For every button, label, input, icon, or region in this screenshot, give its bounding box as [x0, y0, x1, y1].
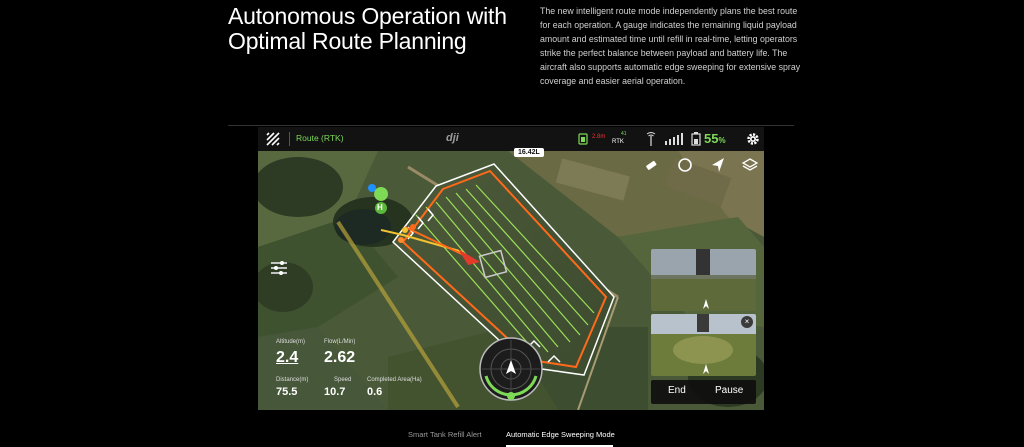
altitude-value: 2.4: [276, 349, 299, 366]
route-separator: [289, 132, 290, 146]
section-description: The new intelligent route mode independe…: [540, 6, 801, 86]
antenna-icon: [646, 132, 656, 146]
distance-label: Distance(m): [276, 377, 309, 383]
flight-action-panel: End Pause: [651, 380, 756, 404]
tab-automatic-edge-sweeping-mode[interactable]: Automatic Edge Sweeping Mode: [506, 430, 615, 439]
flow-value: 2.62: [324, 349, 356, 366]
dji-logo: dji: [446, 132, 459, 144]
settings-gear-icon[interactable]: [746, 132, 760, 146]
speed-label: Speed: [334, 377, 352, 383]
camera-feed-primary[interactable]: [651, 249, 756, 311]
controller-battery-icon: [691, 132, 701, 146]
satellite-count: 41: [621, 131, 627, 137]
feature-tabs: Smart Tank Refill Alert Automatic Edge S…: [0, 430, 1024, 447]
tab-smart-tank-refill-alert[interactable]: Smart Tank Refill Alert: [408, 430, 482, 439]
rtk-label: RTK: [612, 139, 624, 145]
menu-icon[interactable]: [266, 132, 280, 146]
payload-remaining-badge: 16.42L: [514, 148, 544, 157]
camera-feed-secondary[interactable]: ×: [651, 314, 756, 376]
section-divider: [228, 125, 794, 126]
signal-icon: [665, 133, 683, 145]
top-status-bar: Route (RTK) dji 2.8m 41 RTK 55%: [258, 127, 764, 151]
rtk-accuracy: 2.8m: [592, 134, 606, 140]
altitude-label: Altitude(m): [276, 339, 306, 345]
pause-button[interactable]: Pause: [715, 385, 743, 396]
completed-area-value: 0.6: [367, 386, 383, 398]
home-point-marker[interactable]: H: [377, 203, 383, 212]
battery-percent: 55%: [704, 131, 726, 146]
aircraft-status-icon: [578, 133, 588, 145]
speed-value: 10.7: [324, 386, 346, 398]
route-mode-label[interactable]: Route (RTK): [296, 133, 344, 143]
end-button[interactable]: End: [668, 385, 686, 396]
circle-target-icon[interactable]: [677, 157, 693, 173]
map-layers-icon[interactable]: [742, 157, 758, 173]
close-feed-button[interactable]: ×: [741, 316, 753, 328]
flow-label: Flow(L/Min): [324, 339, 356, 345]
section-headline: Autonomous Operation with Optimal Route …: [228, 3, 507, 54]
distance-value: 75.5: [276, 386, 298, 398]
battery-unit: %: [718, 136, 726, 145]
completed-area-label: Completed Area(Ha): [367, 377, 422, 383]
eraser-icon[interactable]: [643, 157, 659, 173]
map-settings-sliders-icon[interactable]: [270, 260, 288, 276]
compass-arrow-icon[interactable]: [710, 157, 726, 173]
app-screenshot: H Route (RTK) dji 2.8m 41 RTK 55% 16.42L…: [258, 127, 764, 410]
radar-gauge: [479, 337, 543, 401]
battery-value: 55: [704, 131, 719, 146]
